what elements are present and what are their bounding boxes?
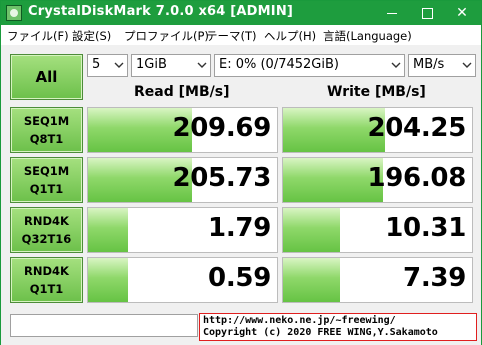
test-button-rnd4k-q32t16[interactable]: RND4K Q32T16 — [10, 207, 83, 253]
maximize-button[interactable] — [410, 1, 444, 25]
main-panel: All 5 1GiB E: 0% (0/7452GiB) MB/s Read [… — [1, 45, 481, 345]
read-value: 205.73 — [172, 163, 271, 193]
test-size-select[interactable]: 1GiB — [131, 54, 211, 77]
write-value: 204.25 — [367, 113, 466, 143]
read-result-seq1m-q8t1: 209.69 — [87, 107, 278, 153]
chevron-down-icon — [462, 62, 472, 69]
crystaldiskmark-icon — [6, 5, 22, 21]
write-value: 7.39 — [403, 263, 466, 293]
window-title: CrystalDiskMark 7.0.0 x64 [ADMIN] — [28, 4, 294, 19]
read-level-bar — [88, 258, 128, 302]
copyright-text: Copyright (c) 2020 FREE WING,Y.Sakamoto — [203, 327, 438, 338]
chevron-down-icon — [391, 62, 401, 69]
test-params: Q1T1 — [29, 182, 64, 196]
write-result-rnd4k-q32t16: 10.31 — [282, 207, 473, 253]
test-count-select[interactable]: 5 — [87, 54, 128, 77]
menu-theme[interactable]: テーマ(T) — [206, 28, 257, 44]
test-params: Q1T1 — [29, 282, 64, 296]
drive-select[interactable]: E: 0% (0/7452GiB) — [214, 54, 405, 77]
read-result-rnd4k-q32t16: 1.79 — [87, 207, 278, 253]
test-name: RND4K — [24, 214, 69, 228]
read-value: 1.79 — [208, 213, 271, 243]
all-button[interactable]: All — [10, 54, 83, 100]
read-level-bar — [88, 208, 128, 252]
menu-help[interactable]: ヘルプ(H) — [264, 28, 316, 44]
write-value: 10.31 — [385, 213, 466, 243]
copyright-box: http://www.neko.ne.jp/~freewing/ Copyrig… — [199, 313, 477, 341]
read-result-seq1m-q1t1: 205.73 — [87, 157, 278, 203]
write-header: Write [MB/s] — [327, 84, 426, 100]
menu-file[interactable]: ファイル(F) — [7, 28, 69, 44]
chevron-down-icon — [114, 62, 124, 69]
write-level-bar — [283, 258, 340, 302]
write-result-seq1m-q1t1: 196.08 — [282, 157, 473, 203]
read-value: 0.59 — [208, 263, 271, 293]
read-header: Read [MB/s] — [134, 84, 230, 100]
test-name: SEQ1M — [23, 164, 70, 178]
read-result-rnd4k-q1t1: 0.59 — [87, 257, 278, 303]
write-value: 196.08 — [367, 163, 466, 193]
write-result-rnd4k-q1t1: 7.39 — [282, 257, 473, 303]
test-params: Q32T16 — [21, 232, 72, 246]
menu-bar: ファイル(F) 設定(S) プロファイル(P) テーマ(T) ヘルプ(H) 言語… — [1, 25, 481, 45]
app-window: CrystalDiskMark 7.0.0 x64 [ADMIN] ✕ ファイル… — [0, 0, 482, 345]
comment-input[interactable] — [10, 314, 198, 337]
test-button-seq1m-q1t1[interactable]: SEQ1M Q1T1 — [10, 157, 83, 203]
test-button-rnd4k-q1t1[interactable]: RND4K Q1T1 — [10, 257, 83, 303]
test-name: SEQ1M — [23, 114, 70, 128]
test-size-value: 1GiB — [136, 57, 167, 72]
menu-profile[interactable]: プロファイル(P) — [124, 28, 209, 44]
menu-language[interactable]: 言語(Language) — [323, 28, 412, 44]
drive-value: E: 0% (0/7452GiB) — [219, 57, 339, 72]
homepage-link[interactable]: http://www.neko.ne.jp/~freewing/ — [203, 315, 396, 326]
minimize-button[interactable] — [375, 1, 409, 25]
title-bar[interactable]: CrystalDiskMark 7.0.0 x64 [ADMIN] ✕ — [1, 1, 481, 25]
read-value: 209.69 — [172, 113, 271, 143]
test-button-seq1m-q8t1[interactable]: SEQ1M Q8T1 — [10, 107, 83, 153]
write-level-bar — [283, 208, 340, 252]
test-count-value: 5 — [92, 57, 101, 72]
menu-settings[interactable]: 設定(S) — [72, 28, 111, 44]
close-button[interactable]: ✕ — [445, 1, 479, 25]
unit-value: MB/s — [413, 57, 445, 72]
test-params: Q8T1 — [29, 132, 64, 146]
chevron-down-icon — [197, 62, 207, 69]
unit-select[interactable]: MB/s — [408, 54, 476, 77]
write-result-seq1m-q8t1: 204.25 — [282, 107, 473, 153]
test-name: RND4K — [24, 264, 69, 278]
